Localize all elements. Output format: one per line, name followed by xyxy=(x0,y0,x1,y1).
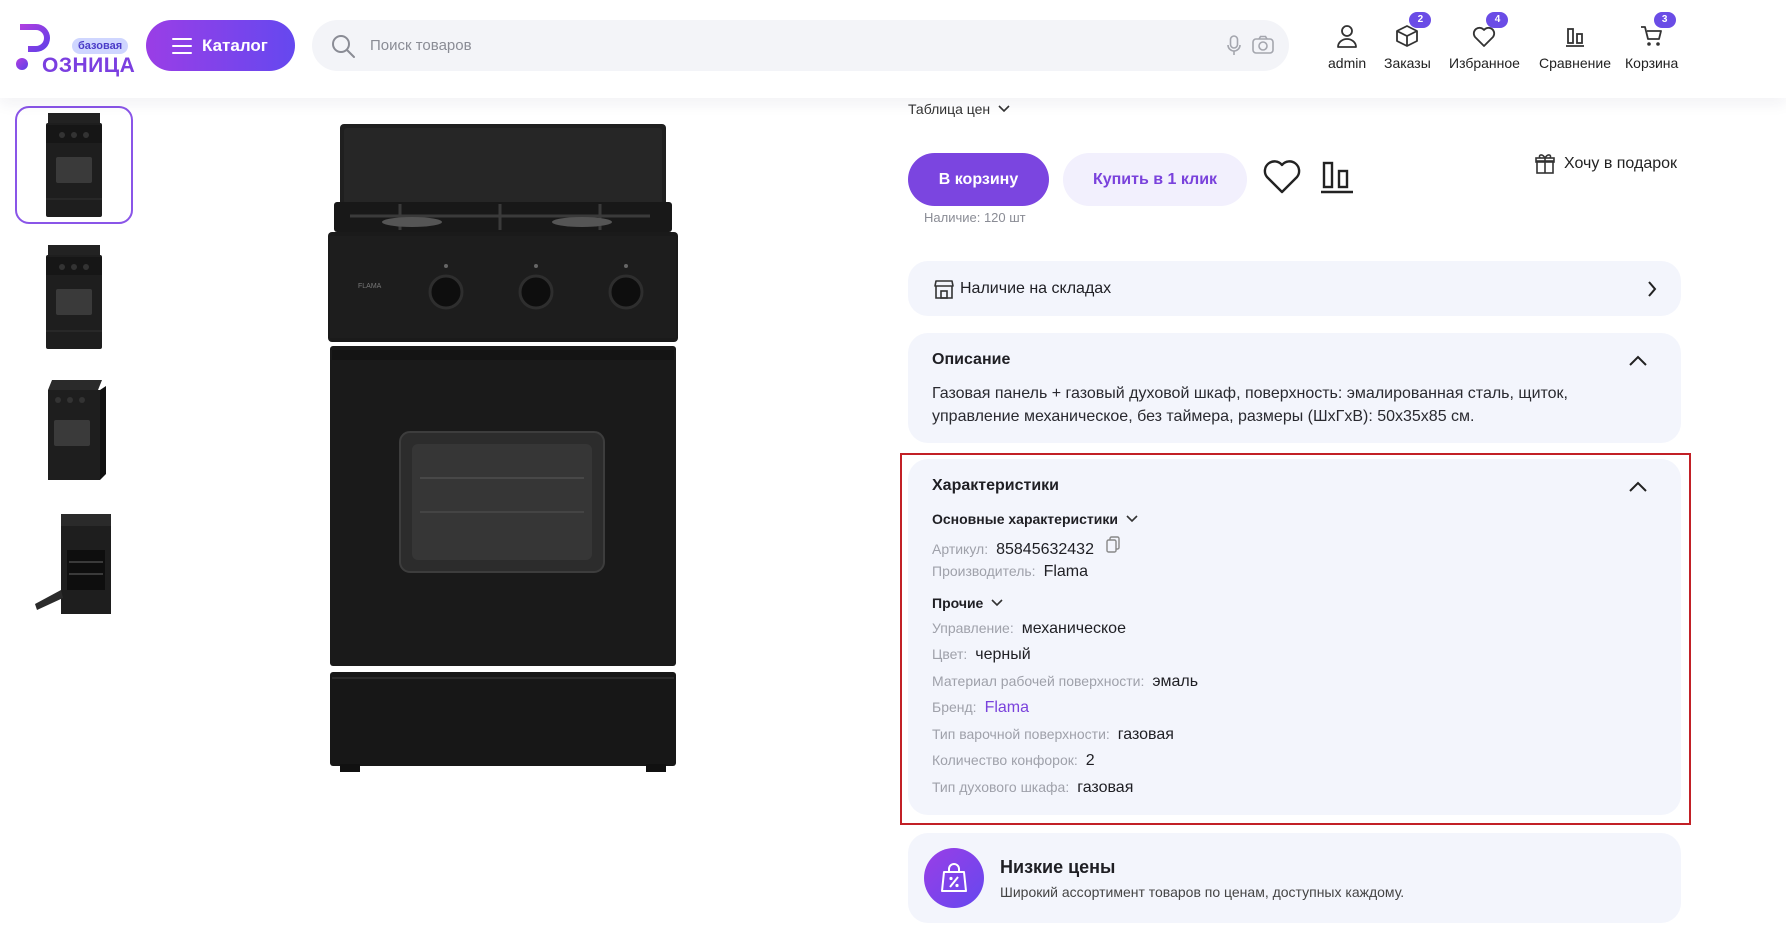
spec-value: газовая xyxy=(1117,726,1174,743)
spec-group-other-toggle[interactable]: Прочие xyxy=(932,595,1003,611)
spec-group-main-toggle[interactable]: Основные характеристики xyxy=(932,511,1138,527)
spec-row-color: Цвет: черный xyxy=(932,646,1031,664)
stove-thumbnail-image xyxy=(46,113,102,217)
thumbnail-2[interactable] xyxy=(15,238,133,356)
warehouse-label: Наличие на складах xyxy=(960,279,1112,297)
spec-key: Производитель: xyxy=(932,563,1036,579)
nav-favorites[interactable]: 4 Избранное xyxy=(1449,12,1520,76)
logo-text: ОЗНИЦА xyxy=(42,54,136,77)
spec-row-control: Управление: механическое xyxy=(932,620,1126,638)
add-to-favorites-heart-icon[interactable] xyxy=(1263,159,1301,195)
description-text: Газовая панель + газовый духовой шкаф, п… xyxy=(932,385,1568,425)
nav-cart[interactable]: 3 Корзина xyxy=(1625,12,1679,76)
low-prices-promo: Низкие цены Широкий ассортимент товаров … xyxy=(908,833,1681,923)
spec-value: Flama xyxy=(1043,563,1089,580)
shopping-bag-percent-icon xyxy=(941,863,967,892)
nav-account[interactable]: admin xyxy=(1328,20,1366,76)
logo[interactable]: базовая ОЗНИЦА xyxy=(14,18,135,78)
spec-value: газовая xyxy=(1077,779,1134,796)
thumbnail-3[interactable] xyxy=(15,372,133,490)
copy-icon[interactable] xyxy=(1106,536,1120,554)
heart-icon xyxy=(1473,26,1496,47)
spec-key: Артикул: xyxy=(932,541,989,557)
spec-value: 85845632432 xyxy=(996,541,1094,558)
description-card: Описание Газовая панель + газовый духово… xyxy=(908,333,1681,443)
gift-icon xyxy=(1535,154,1555,174)
spec-value: 2 xyxy=(1085,752,1095,769)
nav-label: Сравнение xyxy=(1539,55,1611,71)
nav-orders[interactable]: 2 Заказы xyxy=(1384,12,1432,76)
spec-key: Управление: xyxy=(932,620,1014,636)
nav-label: Корзина xyxy=(1625,55,1679,71)
spec-group-title: Прочие xyxy=(932,595,984,611)
svg-text:FLAMA: FLAMA xyxy=(358,283,382,290)
spec-group-title: Основные характеристики xyxy=(932,511,1118,527)
search-input[interactable] xyxy=(370,20,1200,71)
microphone-icon[interactable] xyxy=(1226,35,1242,57)
spec-row-sku: Артикул: 85845632432 xyxy=(932,536,1120,559)
price-table-label: Таблица цен xyxy=(908,101,991,117)
spec-key: Тип варочной поверхности: xyxy=(932,726,1110,742)
add-to-compare-icon[interactable] xyxy=(1320,160,1354,194)
nav-compare[interactable]: Сравнение xyxy=(1539,20,1611,76)
gift-label: Хочу в подарок xyxy=(1564,155,1678,172)
chevron-right-icon xyxy=(1648,280,1657,297)
camera-icon[interactable] xyxy=(1252,35,1274,55)
stove-thumbnail-image xyxy=(48,380,106,480)
warehouse-availability-row[interactable]: Наличие на складах xyxy=(908,261,1681,316)
catalog-label: Каталог xyxy=(202,35,268,55)
spec-row-manufacturer: Производитель: Flama xyxy=(932,563,1088,581)
brand-link[interactable]: Flama xyxy=(985,699,1029,717)
search-bar xyxy=(312,20,1289,71)
spec-row-brand: Бренд: Flama xyxy=(932,699,1029,717)
spec-row-oven-type: Тип духового шкафа: газовая xyxy=(932,779,1133,797)
store-icon xyxy=(934,279,954,299)
user-icon xyxy=(1337,25,1357,48)
thumbnail-4[interactable] xyxy=(15,506,133,624)
spec-key: Тип духового шкафа: xyxy=(932,779,1070,795)
spec-row-burners-count: Количество конфорок: 2 xyxy=(932,752,1095,770)
chevron-up-icon[interactable] xyxy=(1629,355,1647,366)
logo-badge: базовая xyxy=(72,38,129,54)
cart-badge: 3 xyxy=(1653,12,1676,28)
spec-key: Материал рабочей поверхности: xyxy=(932,673,1145,689)
spec-key: Бренд: xyxy=(932,699,977,715)
site-header: базовая ОЗНИЦА Каталог admin xyxy=(0,0,1786,98)
spec-value: эмаль xyxy=(1152,673,1199,690)
nav-label: admin xyxy=(1328,55,1367,71)
spec-value: черный xyxy=(975,646,1031,663)
specifications-title: Характеристики xyxy=(932,477,1060,494)
chevron-down-icon xyxy=(991,599,1003,607)
catalog-button[interactable]: Каталог xyxy=(146,20,295,71)
thumbnail-1[interactable] xyxy=(15,106,133,224)
gift-wish-link[interactable]: Хочу в подарок xyxy=(1535,153,1677,175)
orders-badge: 2 xyxy=(1409,12,1432,28)
promo-badge xyxy=(924,848,984,908)
product-main-image[interactable]: FLAMA xyxy=(320,116,690,776)
add-to-cart-button[interactable]: В корзину xyxy=(908,153,1049,206)
menu-icon xyxy=(172,37,192,54)
stove-thumbnail-image xyxy=(46,245,102,349)
promo-subtitle: Широкий ассортимент товаров по ценам, до… xyxy=(1000,883,1405,900)
spec-key: Количество конфорок: xyxy=(932,752,1078,768)
price-table-toggle[interactable]: Таблица цен xyxy=(908,101,1010,117)
nav-label: Заказы xyxy=(1384,55,1431,71)
spec-value: механическое xyxy=(1021,620,1126,637)
stock-quantity: Наличие: 120 шт xyxy=(924,210,1026,225)
spec-row-hob-type: Тип варочной поверхности: газовая xyxy=(932,726,1174,744)
promo-title: Низкие цены xyxy=(1000,856,1116,877)
nav-label: Избранное xyxy=(1449,55,1520,71)
spec-key: Цвет: xyxy=(932,646,968,662)
stove-thumbnail-image xyxy=(35,514,111,614)
specifications-card: Характеристики Основные характеристики А… xyxy=(908,459,1681,815)
favorites-badge: 4 xyxy=(1486,12,1509,28)
search-icon xyxy=(332,35,355,58)
chevron-down-icon xyxy=(998,105,1010,113)
description-title: Описание xyxy=(932,351,1011,368)
chevron-up-icon[interactable] xyxy=(1629,481,1647,492)
spec-row-surface-material: Материал рабочей поверхности: эмаль xyxy=(932,673,1198,691)
compare-icon xyxy=(1565,28,1584,47)
chevron-down-icon xyxy=(1126,515,1138,523)
buy-one-click-button[interactable]: Купить в 1 клик xyxy=(1063,153,1247,206)
